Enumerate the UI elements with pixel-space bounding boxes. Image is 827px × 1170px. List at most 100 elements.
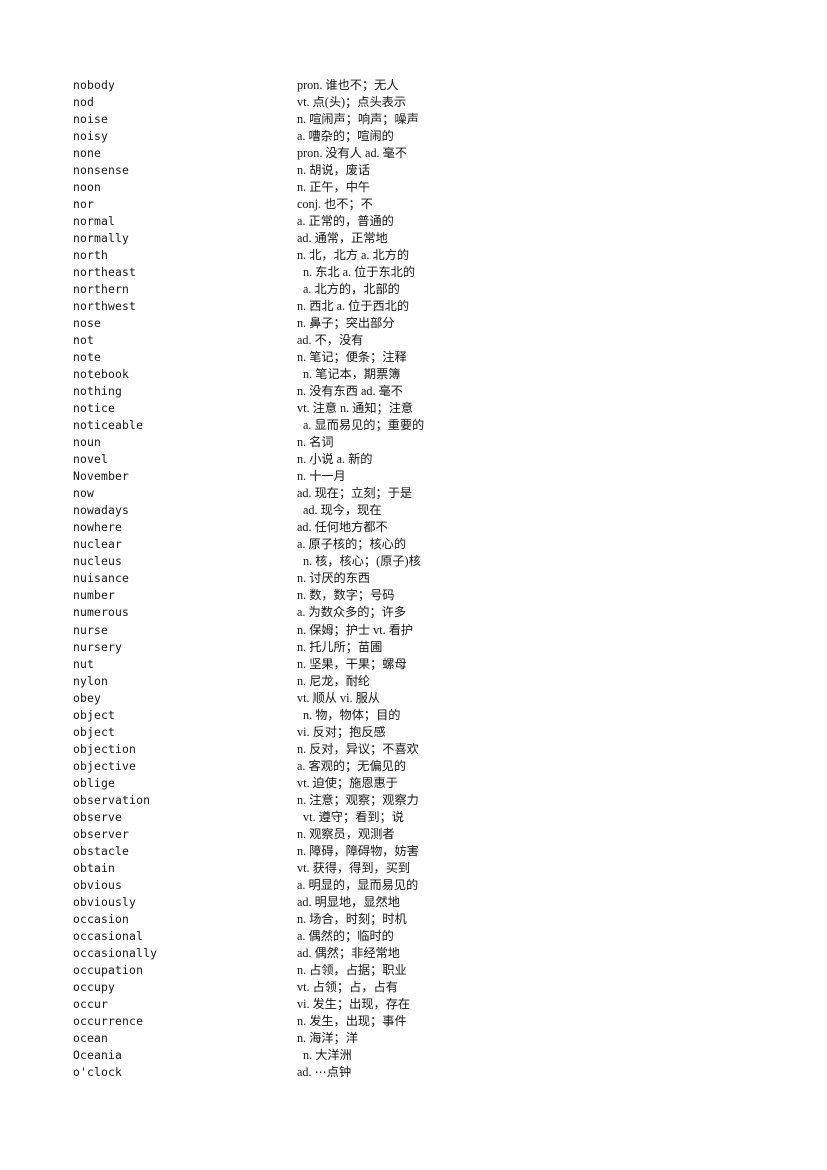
vocabulary-entry: noisy a. 嘈杂的；喧闹的 — [73, 128, 773, 145]
entry-word: nowadays — [73, 503, 130, 518]
entry-word: object — [73, 724, 116, 739]
entry-word: nylon — [73, 673, 109, 688]
entry-definition: vt. 顺从 vi. 服从 — [297, 690, 380, 705]
entry-definition: n. 笔记；便条；注释 — [297, 350, 407, 365]
entry-word: observer — [73, 826, 130, 841]
entry-definition: n. 大洋洲 — [303, 1047, 352, 1062]
entry-word: northern — [73, 282, 130, 297]
vocabulary-entry: northeast n. 东北 a. 位于东北的 — [73, 264, 773, 281]
vocabulary-entry: now ad. 现在；立刻；于是 — [73, 485, 773, 502]
entry-word: noticeable — [73, 418, 144, 433]
vocabulary-entry: observation n. 注意；观察；观察力 — [73, 792, 773, 809]
entry-definition: n. 北，北方 a. 北方的 — [297, 248, 410, 263]
vocabulary-entry: nurse n. 保姆；护士 vt. 看护 — [73, 622, 773, 639]
vocabulary-list: nobody pron. 谁也不；无人 nod vt. 点(头)；点头表示 noise n… — [73, 77, 773, 1081]
entry-definition: ad. 任何地方都不 — [297, 520, 388, 535]
vocabulary-entry: nobody pron. 谁也不；无人 — [73, 77, 773, 94]
vocabulary-entry: object vi. 反对；抱反感 — [73, 724, 773, 741]
vocabulary-entry: northern a. 北方的，北部的 — [73, 281, 773, 298]
vocabulary-entry: occur vi. 发生；出现，存在 — [73, 996, 773, 1013]
vocabulary-entry: number n. 数，数字；号码 — [73, 587, 773, 604]
vocabulary-entry: o'clock ad. ⋯点钟 — [73, 1064, 773, 1081]
vocabulary-entry: objective a. 客观的；无偏见的 — [73, 758, 773, 775]
vocabulary-entry: nursery n. 托儿所；苗圃 — [73, 639, 773, 656]
entry-word: noon — [73, 180, 102, 195]
entry-definition: n. 西北 a. 位于西北的 — [297, 299, 410, 314]
entry-definition: ad. 现今，现在 — [303, 503, 382, 518]
entry-definition: pron. 没有人 ad. 毫不 — [297, 146, 408, 161]
entry-definition: n. 反对，异议；不喜欢 — [297, 741, 419, 756]
entry-definition: n. 注意；观察；观察力 — [297, 792, 419, 807]
entry-definition: n. 十一月 — [297, 469, 346, 484]
document-page: nobody pron. 谁也不；无人 nod vt. 点(头)；点头表示 noise n… — [0, 0, 827, 1170]
vocabulary-entry: occupy vt. 占领；占，占有 — [73, 979, 773, 996]
entry-definition: a. 客观的；无偏见的 — [297, 758, 407, 773]
entry-definition: a. 显而易见的；重要的 — [303, 418, 425, 433]
vocabulary-entry: nonsense n. 胡说，废话 — [73, 162, 773, 179]
entry-word: obey — [73, 690, 102, 705]
entry-word: numerous — [73, 605, 130, 620]
vocabulary-entry: occasional a. 偶然的；临时的 — [73, 928, 773, 945]
entry-word: November — [73, 469, 130, 484]
entry-word: not — [73, 333, 95, 348]
vocabulary-entry: nylon n. 尼龙，耐纶 — [73, 673, 773, 690]
entry-word: nonsense — [73, 163, 130, 178]
entry-word: nursery — [73, 639, 123, 654]
entry-word: nobody — [73, 78, 116, 92]
vocabulary-entry: obviously ad. 明显地，显然地 — [73, 894, 773, 911]
entry-word: obviously — [73, 894, 137, 909]
entry-definition: pron. 谁也不；无人 — [297, 78, 399, 92]
entry-definition: a. 北方的，北部的 — [303, 282, 400, 297]
vocabulary-entry: north n. 北，北方 a. 北方的 — [73, 247, 773, 264]
entry-definition: n. 观察员，观测者 — [297, 826, 395, 841]
vocabulary-entry: November n. 十一月 — [73, 468, 773, 485]
vocabulary-entry: nothing n. 没有东西 ad. 毫不 — [73, 383, 773, 400]
vocabulary-entry: noun n. 名词 — [73, 434, 773, 451]
entry-word: oblige — [73, 775, 116, 790]
entry-definition: n. 东北 a. 位于东北的 — [303, 265, 416, 280]
entry-word: occasionally — [73, 945, 158, 960]
vocabulary-entry: occasion n. 场合，时刻；时机 — [73, 911, 773, 928]
entry-definition: n. 数，数字；号码 — [297, 588, 395, 603]
entry-definition: vt. 占领；占，占有 — [297, 979, 398, 994]
entry-word: noise — [73, 112, 109, 127]
entry-word: northeast — [73, 265, 137, 280]
entry-definition: vt. 遵守；看到；说 — [303, 809, 404, 824]
entry-definition: n. 讨厌的东西 — [297, 571, 371, 586]
vocabulary-entry: not ad. 不，没有 — [73, 332, 773, 349]
vocabulary-entry: observe vt. 遵守；看到；说 — [73, 809, 773, 826]
entry-word: obvious — [73, 877, 123, 892]
vocabulary-entry: nod vt. 点(头)；点头表示 — [73, 94, 773, 111]
entry-word: objection — [73, 741, 137, 756]
vocabulary-entry: ocean n. 海洋；洋 — [73, 1030, 773, 1047]
entry-definition: n. 笔记本，期票簿 — [303, 367, 401, 382]
vocabulary-entry: nowadays ad. 现今，现在 — [73, 502, 773, 519]
vocabulary-entry: noticeable a. 显而易见的；重要的 — [73, 417, 773, 434]
entry-word: nucleus — [73, 554, 123, 569]
entry-definition: vt. 注意 n. 通知；注意 — [297, 401, 414, 416]
entry-word: nuclear — [73, 537, 123, 552]
vocabulary-entry: nor conj. 也不；不 — [73, 196, 773, 213]
entry-word: ocean — [73, 1030, 109, 1045]
entry-definition: vt. 迫使；施恩惠于 — [297, 775, 398, 790]
entry-definition: n. 胡说，废话 — [297, 163, 371, 178]
entry-word: northwest — [73, 299, 137, 314]
entry-definition: n. 正午，中午 — [297, 180, 371, 195]
entry-definition: vt. 获得，得到，买到 — [297, 860, 411, 875]
vocabulary-entry: nucleus n. 核，核心；(原子)核 — [73, 553, 773, 570]
entry-definition: ad. 现在；立刻；于是 — [297, 486, 413, 501]
vocabulary-entry: Oceania n. 大洋洲 — [73, 1047, 773, 1064]
vocabulary-entry: numerous a. 为数众多的；许多 — [73, 604, 773, 621]
entry-definition: n. 喧闹声；响声；噪声 — [297, 112, 419, 127]
vocabulary-entry: nuisance n. 讨厌的东西 — [73, 570, 773, 587]
vocabulary-entry: normal a. 正常的，普通的 — [73, 213, 773, 230]
entry-definition: n. 坚果，干果；螺母 — [297, 656, 407, 671]
entry-word: obstacle — [73, 843, 130, 858]
entry-definition: a. 原子核的；核心的 — [297, 537, 407, 552]
vocabulary-entry: objection n. 反对，异议；不喜欢 — [73, 741, 773, 758]
entry-definition: n. 小说 a. 新的 — [297, 452, 373, 467]
entry-word: normal — [73, 214, 116, 229]
vocabulary-entry: noise n. 喧闹声；响声；噪声 — [73, 111, 773, 128]
entry-word: occupy — [73, 979, 116, 994]
entry-word: observation — [73, 792, 151, 807]
